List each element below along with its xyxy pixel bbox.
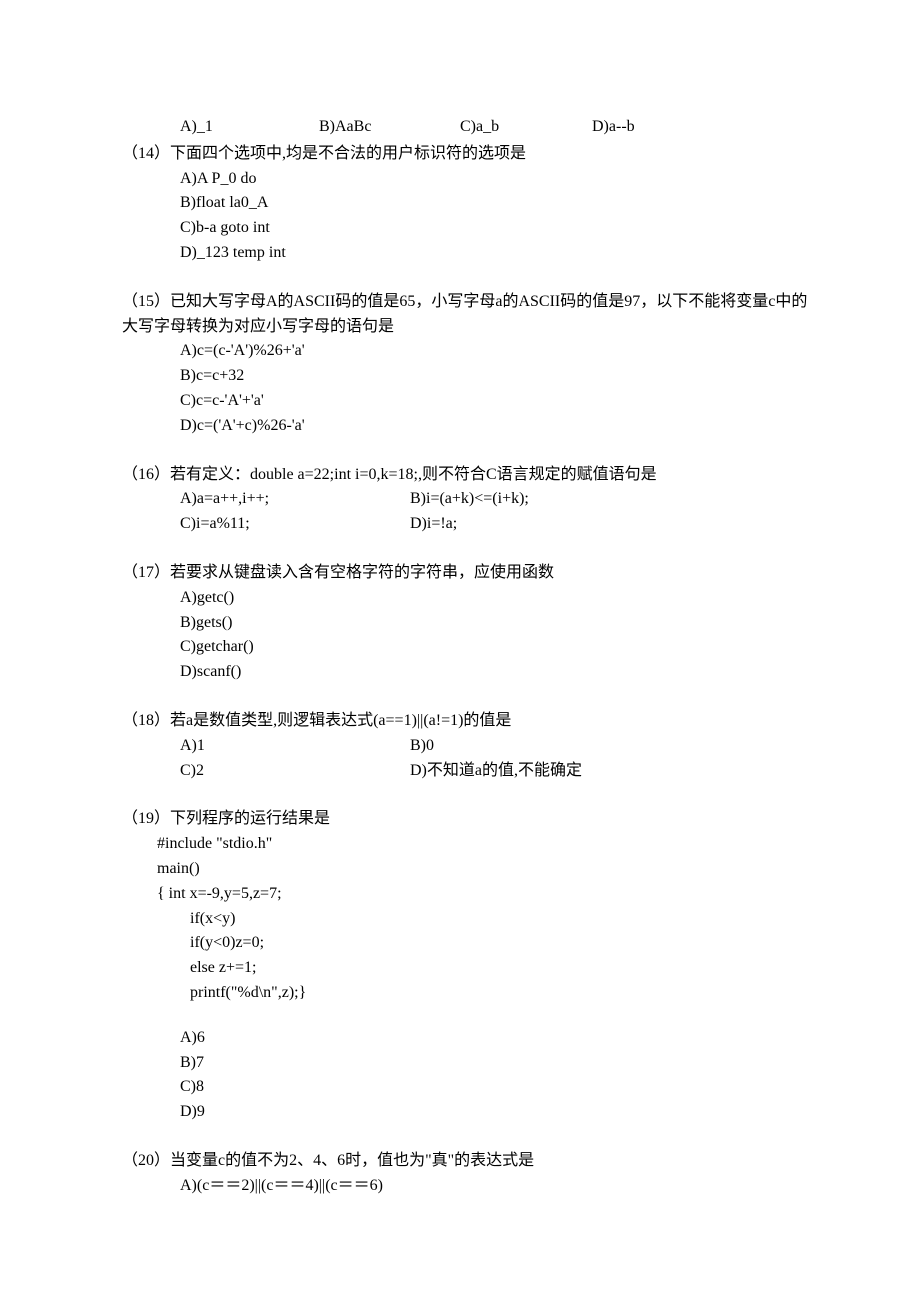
q16-opt-a: A)a=a++,i++; <box>180 487 410 512</box>
question-14: （14）下面四个选项中,均是不合法的用户标识符的选项是 A)A P_0 do B… <box>122 142 810 266</box>
q17-opt-c: C)getchar() <box>122 635 810 660</box>
q14-opt-a: A)A P_0 do <box>122 167 810 192</box>
q19-stem: （19）下列程序的运行结果是 <box>122 807 810 832</box>
q15-opt-a: A)c=(c-'A')%26+'a' <box>122 339 810 364</box>
question-18: （18）若a是数值类型,则逻辑表达式(a==1)||(a!=1)的值是 A)1 … <box>122 709 810 783</box>
q15-opt-b: B)c=c+32 <box>122 364 810 389</box>
q18-opt-d: D)不知道a的值,不能确定 <box>410 759 810 784</box>
q19-opt-c: C)8 <box>122 1075 810 1100</box>
q16-stem: （16）若有定义：double a=22;int i=0,k=18;,则不符合C… <box>122 463 810 488</box>
question-17: （17）若要求从键盘读入含有空格字符的字符串，应使用函数 A)getc() B)… <box>122 561 810 685</box>
q18-opt-b: B)0 <box>410 734 810 759</box>
q19-code-l4: if(x<y) <box>122 907 810 932</box>
q13-opt-c: C)a_b <box>460 115 588 140</box>
q13-opt-b: B)AaBc <box>319 115 456 140</box>
question-13-options: A)_1 B)AaBc C)a_b D)a--b <box>122 115 810 140</box>
q15-stem: （15）已知大写字母A的ASCII码的值是65，小写字母a的ASCII码的值是9… <box>122 290 810 340</box>
q19-opt-a: A)6 <box>122 1026 810 1051</box>
q20-stem: （20）当变量c的值不为2、4、6时，值也为"真"的表达式是 <box>122 1149 810 1174</box>
q14-opt-d: D)_123 temp int <box>122 241 810 266</box>
question-20: （20）当变量c的值不为2、4、6时，值也为"真"的表达式是 A)(c＝＝2)|… <box>122 1149 810 1199</box>
q14-stem: （14）下面四个选项中,均是不合法的用户标识符的选项是 <box>122 142 810 167</box>
q19-opt-d: D)9 <box>122 1100 810 1125</box>
q16-opt-b: B)i=(a+k)<=(i+k); <box>410 487 810 512</box>
q19-code-l5: if(y<0)z=0; <box>122 931 810 956</box>
q19-code-l1: #include "stdio.h" <box>122 832 810 857</box>
q18-stem: （18）若a是数值类型,则逻辑表达式(a==1)||(a!=1)的值是 <box>122 709 810 734</box>
q16-opt-c: C)i=a%11; <box>180 512 410 537</box>
q19-code-l7: printf("%d\n",z);} <box>122 981 810 1006</box>
q18-opt-a: A)1 <box>180 734 410 759</box>
q17-stem: （17）若要求从键盘读入含有空格字符的字符串，应使用函数 <box>122 561 810 586</box>
q14-opt-b: B)float la0_A <box>122 191 810 216</box>
question-15: （15）已知大写字母A的ASCII码的值是65，小写字母a的ASCII码的值是9… <box>122 290 810 439</box>
q17-opt-b: B)gets() <box>122 611 810 636</box>
q13-opt-a: A)_1 <box>180 115 315 140</box>
question-19: （19）下列程序的运行结果是 #include "stdio.h" main()… <box>122 807 810 1125</box>
q13-opt-d: D)a--b <box>592 115 635 140</box>
q15-opt-d: D)c=('A'+c)%26-'a' <box>122 414 810 439</box>
q16-opt-d: D)i=!a; <box>410 512 810 537</box>
q19-code-l6: else z+=1; <box>122 956 810 981</box>
q15-opt-c: C)c=c-'A'+'a' <box>122 389 810 414</box>
q19-code-l3: { int x=-9,y=5,z=7; <box>122 882 810 907</box>
question-16: （16）若有定义：double a=22;int i=0,k=18;,则不符合C… <box>122 463 810 537</box>
q14-opt-c: C)b-a goto int <box>122 216 810 241</box>
q19-code-l2: main() <box>122 857 810 882</box>
q18-opt-c: C)2 <box>180 759 410 784</box>
q19-opt-b: B)7 <box>122 1051 810 1076</box>
document-page: A)_1 B)AaBc C)a_b D)a--b （14）下面四个选项中,均是不… <box>0 0 920 1262</box>
q20-opt-a: A)(c＝＝2)||(c＝＝4)||(c＝＝6) <box>122 1174 810 1199</box>
q17-opt-d: D)scanf() <box>122 660 810 685</box>
q17-opt-a: A)getc() <box>122 586 810 611</box>
